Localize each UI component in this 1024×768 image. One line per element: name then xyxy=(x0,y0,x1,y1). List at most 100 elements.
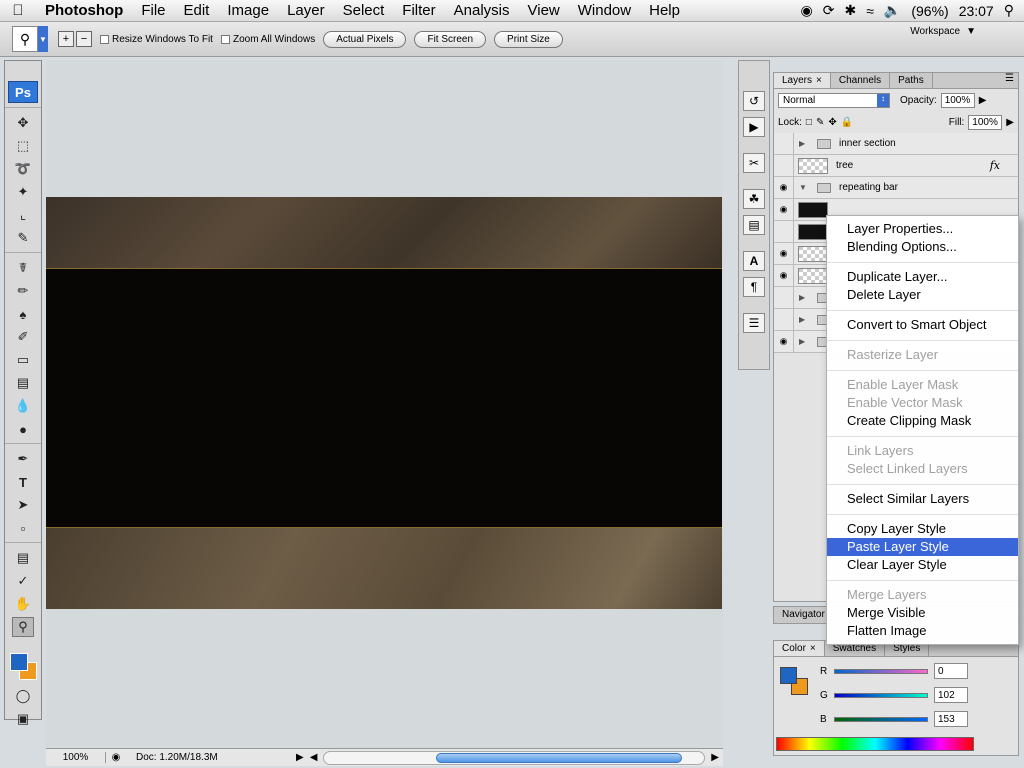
menu-analysis[interactable]: Analysis xyxy=(445,0,519,22)
fx-icon[interactable]: fx xyxy=(990,159,1000,172)
menu-help[interactable]: Help xyxy=(640,0,689,22)
opacity-arrow-icon[interactable]: ▶ xyxy=(979,95,987,106)
zoom-tool-preset-icon[interactable]: ⚲ xyxy=(12,26,38,52)
context-menu-item-convert-to-smart-object[interactable]: Convert to Smart Object xyxy=(827,316,1018,334)
paragraph-panel-icon[interactable]: ¶ xyxy=(743,277,765,297)
screen-mode-icon[interactable]: ▣ xyxy=(12,709,34,729)
type-tool-icon[interactable]: T xyxy=(12,472,34,492)
print-size-button[interactable]: Print Size xyxy=(494,30,563,48)
context-menu-item-clear-layer-style[interactable]: Clear Layer Style xyxy=(827,556,1018,574)
visibility-toggle[interactable] xyxy=(774,132,794,155)
character-panel-icon[interactable]: A xyxy=(743,251,765,271)
foreground-color-swatch[interactable] xyxy=(10,653,28,671)
sync-icon[interactable]: ⟳ xyxy=(823,2,835,19)
zoom-in-icon[interactable]: + xyxy=(58,31,74,47)
color-spectrum-ramp[interactable] xyxy=(776,737,974,751)
blur-tool-icon[interactable]: 💧 xyxy=(12,396,34,416)
tab-color[interactable]: Color × xyxy=(774,641,825,656)
actions-panel-icon[interactable]: ▶ xyxy=(743,117,765,137)
foreground-color-swatch[interactable] xyxy=(780,667,797,684)
lock-paint-icon[interactable]: ✎ xyxy=(816,117,824,128)
notes-tool-icon[interactable]: ▤ xyxy=(12,548,34,568)
quick-mask-icon[interactable]: ◯ xyxy=(12,686,34,706)
eye-icon[interactable]: ◉ xyxy=(774,198,794,221)
move-tool-icon[interactable]: ✥ xyxy=(12,113,34,133)
photoshop-logo[interactable]: Ps xyxy=(8,81,38,103)
blue-input[interactable]: 153 xyxy=(934,711,968,727)
opacity-input[interactable]: 100% xyxy=(940,92,975,108)
blue-slider[interactable] xyxy=(834,716,928,722)
menu-app-name[interactable]: Photoshop xyxy=(36,0,132,22)
horizontal-scrollbar[interactable] xyxy=(323,750,706,765)
cs-icon[interactable]: ◉ xyxy=(801,2,813,19)
tab-channels[interactable]: Channels xyxy=(831,73,891,88)
document-canvas[interactable] xyxy=(46,60,723,748)
rectangle-tool-icon[interactable]: ▫ xyxy=(12,518,34,538)
expand-triangle-icon[interactable]: ▶ xyxy=(799,315,811,324)
marquee-tool-icon[interactable]: ⬚ xyxy=(12,136,34,156)
fill-input[interactable]: 100% xyxy=(968,114,1003,130)
clone-source-icon[interactable]: ▤ xyxy=(743,215,765,235)
visibility-toggle[interactable] xyxy=(774,286,794,309)
fill-arrow-icon[interactable]: ▶ xyxy=(1006,117,1014,128)
layer-row[interactable]: ◉ ▼ repeating bar xyxy=(774,176,1018,199)
tab-paths[interactable]: Paths xyxy=(890,73,933,88)
zoom-level-field[interactable]: 100% xyxy=(46,752,106,763)
zoom-tool-icon[interactable]: ⚲ xyxy=(12,617,34,637)
color-swatches[interactable] xyxy=(5,647,41,683)
expand-triangle-icon[interactable]: ▶ xyxy=(799,337,811,346)
green-input[interactable]: 102 xyxy=(934,687,968,703)
spotlight-search-icon[interactable]: ⚲ xyxy=(1004,2,1014,19)
healing-brush-tool-icon[interactable]: ☤ xyxy=(12,258,34,278)
actual-pixels-button[interactable]: Actual Pixels xyxy=(323,30,407,48)
collapse-triangle-icon[interactable]: ▼ xyxy=(799,183,811,192)
close-icon[interactable]: × xyxy=(816,75,822,86)
eye-icon[interactable]: ◉ xyxy=(774,330,794,353)
context-menu-item-layer-properties[interactable]: Layer Properties... xyxy=(827,220,1018,238)
clone-stamp-tool-icon[interactable]: ♠ xyxy=(12,304,34,324)
lock-position-icon[interactable]: ✥ xyxy=(828,117,836,128)
history-brush-tool-icon[interactable]: ✐ xyxy=(12,327,34,347)
menu-layer[interactable]: Layer xyxy=(278,0,334,22)
resize-windows-checkbox[interactable]: Resize Windows To Fit xyxy=(100,34,213,45)
pen-tool-icon[interactable]: ✒ xyxy=(12,449,34,469)
bluetooth-icon[interactable]: ✱ xyxy=(844,2,856,19)
lock-transparent-icon[interactable]: □ xyxy=(806,117,812,128)
context-menu-item-paste-layer-style[interactable]: Paste Layer Style xyxy=(827,538,1018,556)
context-menu-item-delete-layer[interactable]: Delete Layer xyxy=(827,286,1018,304)
clock[interactable]: 23:07 xyxy=(959,3,994,19)
zoom-all-windows-checkbox[interactable]: Zoom All Windows xyxy=(220,34,315,45)
slice-tool-icon[interactable]: ✎ xyxy=(12,228,34,248)
eraser-tool-icon[interactable]: ▭ xyxy=(12,350,34,370)
menu-view[interactable]: View xyxy=(519,0,569,22)
scroll-left-icon[interactable]: ◀ xyxy=(310,752,318,763)
green-slider[interactable] xyxy=(834,692,928,698)
eye-icon[interactable]: ◉ xyxy=(774,176,794,199)
eye-icon[interactable]: ◉ xyxy=(774,242,794,265)
menu-file[interactable]: File xyxy=(132,0,174,22)
dodge-tool-icon[interactable]: ● xyxy=(12,419,34,439)
context-menu-item-flatten-image[interactable]: Flatten Image xyxy=(827,622,1018,640)
red-input[interactable]: 0 xyxy=(934,663,968,679)
expand-triangle-icon[interactable]: ▶ xyxy=(799,139,811,148)
path-selection-tool-icon[interactable]: ➤ xyxy=(12,495,34,515)
menu-edit[interactable]: Edit xyxy=(175,0,219,22)
layer-row[interactable]: tree fx xyxy=(774,154,1018,177)
layer-comps-icon[interactable]: ☰ xyxy=(743,313,765,333)
tab-layers[interactable]: Layers × xyxy=(774,73,831,88)
scroll-right-icon[interactable]: ▶ xyxy=(711,752,719,763)
panel-menu-icon[interactable]: ☰ xyxy=(1005,73,1018,88)
context-menu-item-copy-layer-style[interactable]: Copy Layer Style xyxy=(827,520,1018,538)
lock-all-icon[interactable]: 🔒 xyxy=(841,117,853,128)
tool-preset-dropdown-icon[interactable]: ▼ xyxy=(38,26,48,52)
menu-image[interactable]: Image xyxy=(218,0,278,22)
menu-filter[interactable]: Filter xyxy=(393,0,444,22)
battery-status[interactable]: (96%) xyxy=(911,3,948,19)
gradient-tool-icon[interactable]: ▤ xyxy=(12,373,34,393)
context-menu-item-merge-visible[interactable]: Merge Visible xyxy=(827,604,1018,622)
status-menu-arrow-icon[interactable]: ▶ xyxy=(296,752,304,763)
visibility-toggle[interactable] xyxy=(774,220,794,243)
workspace-button[interactable]: Workspace ▼ xyxy=(910,26,976,37)
context-menu-item-duplicate-layer[interactable]: Duplicate Layer... xyxy=(827,268,1018,286)
blend-mode-select[interactable]: Normal ↕ xyxy=(778,92,890,108)
